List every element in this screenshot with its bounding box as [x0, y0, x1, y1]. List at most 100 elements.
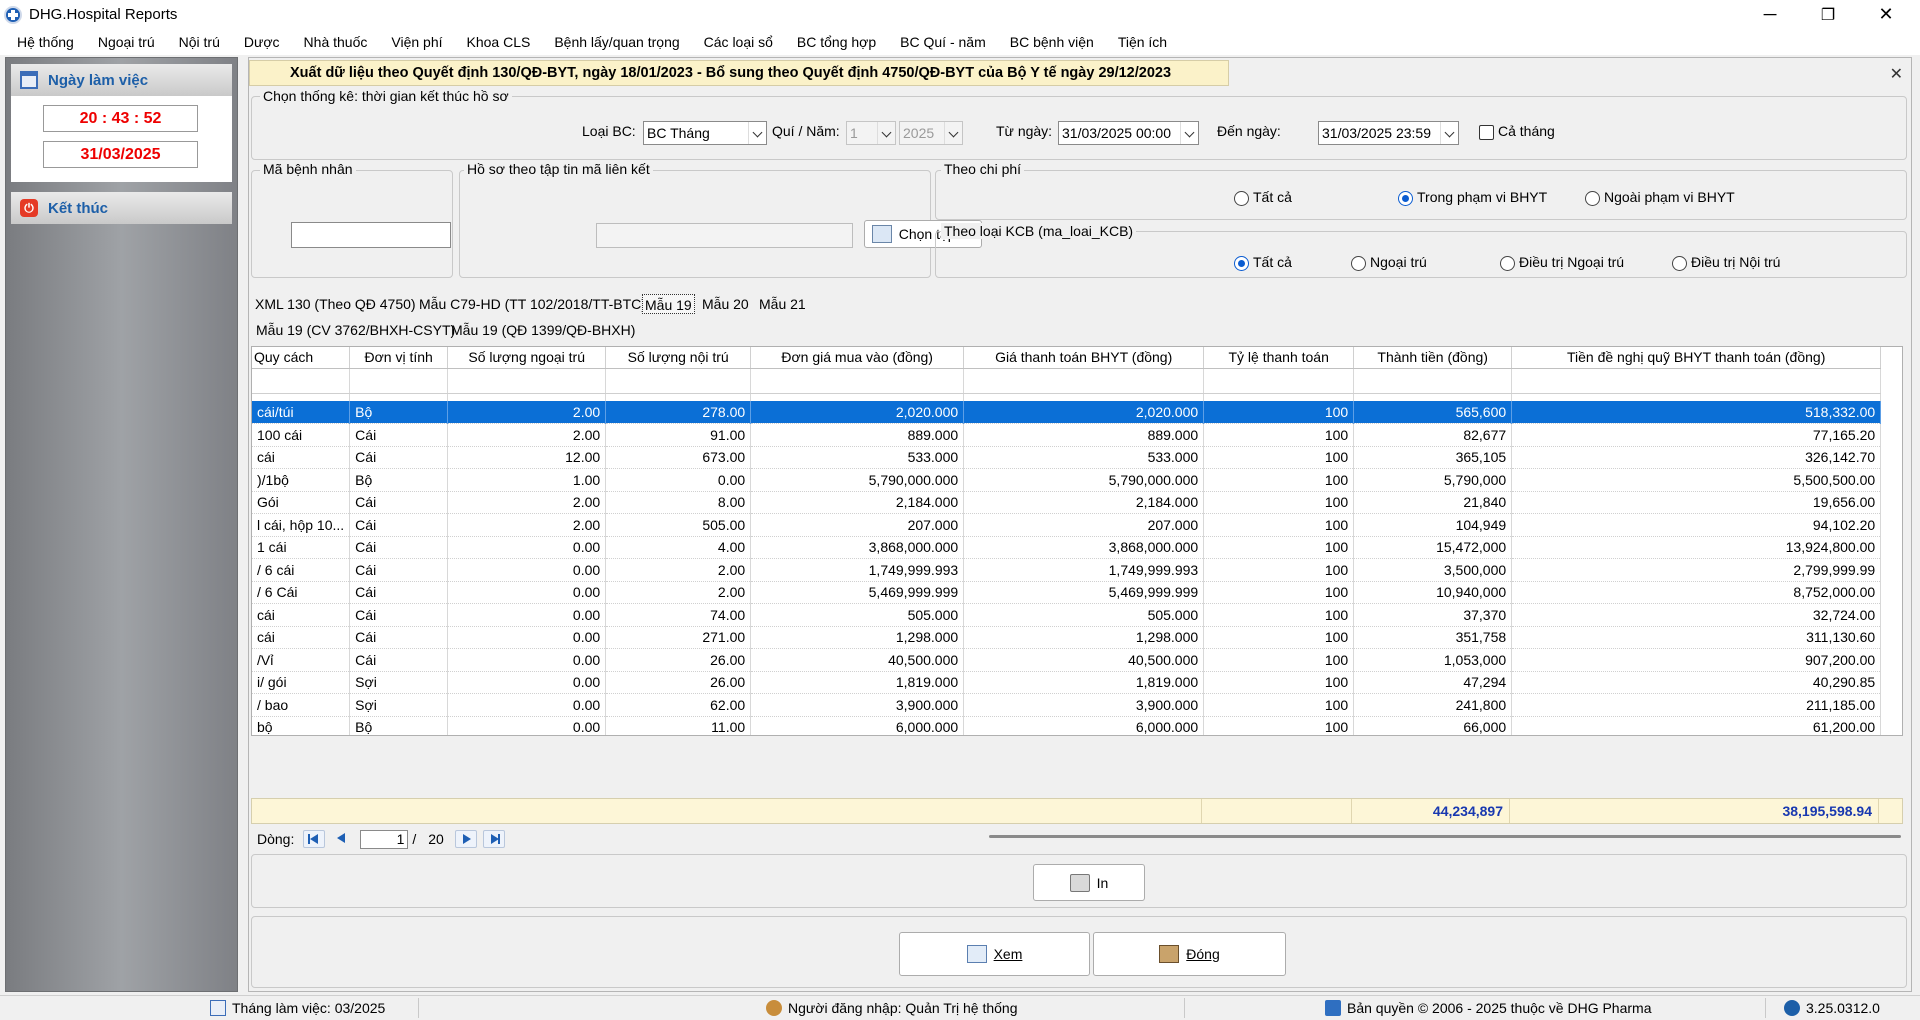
cell-quy-cach[interactable]: /Vỉ [252, 648, 351, 672]
tab-mau-c79[interactable]: Mẫu C79-HD (TT 102/2018/TT-BTC) [417, 294, 648, 314]
menu-bc-tong-hop[interactable]: BC tổng hợp [785, 34, 888, 50]
table-row[interactable]: cái Cái 0.00 74.00 505.000 505.000 100 37,370 32… [252, 603, 1882, 627]
cell-gia-bhyt[interactable]: 889.000 [963, 423, 1205, 447]
cell-sl-noi-tru[interactable]: 505.00 [605, 513, 752, 537]
cell-don-vi[interactable]: Cái [349, 581, 449, 604]
table-row[interactable]: 1 cái Cái 0.00 4.00 3,868,000.000 3,868,000.0… [252, 536, 1882, 559]
linked-file-path-field[interactable] [596, 223, 853, 248]
table-row[interactable]: l cái, hộp 10... Cái 2.00 505.00 207.000 207.… [252, 513, 1882, 537]
cell-thanh-tien[interactable]: 82,677 [1353, 423, 1513, 447]
tab-mau-19[interactable]: Mẫu 19 [642, 294, 695, 314]
cell-sl-noi-tru[interactable]: 271.00 [605, 626, 752, 649]
cell-sl-ngoai-tru[interactable]: 0.00 [447, 626, 607, 649]
tab-xml-130[interactable]: XML 130 (Theo QĐ 4750) [253, 294, 418, 314]
cell-sl-ngoai-tru[interactable]: 0.00 [447, 603, 607, 627]
cell-ty-le[interactable]: 100 [1203, 468, 1355, 492]
filter-cell[interactable] [963, 368, 1205, 394]
menu-noi-tru[interactable]: Nội trú [167, 34, 232, 50]
cost-all-radio[interactable] [1234, 191, 1249, 206]
col-header-don-gia[interactable]: Đơn giá mua vào (đồng) [750, 347, 965, 369]
cell-don-vi[interactable]: Bộ [349, 401, 449, 424]
cell-sl-ngoai-tru[interactable]: 0.00 [447, 716, 607, 735]
first-page-icon[interactable] [303, 830, 326, 848]
table-row[interactable]: cái Cái 0.00 271.00 1,298.000 1,298.000 100 351… [252, 626, 1882, 649]
cell-don-vi[interactable]: Cái [349, 558, 449, 582]
col-header-don-vi[interactable]: Đơn vị tính [349, 347, 449, 369]
cell-sl-ngoai-tru[interactable]: 2.00 [447, 401, 607, 424]
cell-de-nghi-bhyt[interactable]: 5,500,500.00 [1511, 468, 1882, 492]
table-row[interactable]: bộ Bộ 0.00 11.00 6,000.000 6,000.000 100 66,000… [252, 716, 1882, 735]
cell-ty-le[interactable]: 100 [1203, 446, 1355, 469]
cell-de-nghi-bhyt[interactable]: 2,799,999.99 [1511, 558, 1882, 582]
cell-don-vi[interactable]: Cái [349, 491, 449, 514]
cell-sl-noi-tru[interactable]: 2.00 [605, 558, 752, 582]
cell-de-nghi-bhyt[interactable]: 19,656.00 [1511, 491, 1882, 514]
cell-sl-ngoai-tru[interactable]: 2.00 [447, 513, 607, 537]
cell-quy-cach[interactable]: / bao [252, 693, 351, 717]
kcb-day-treatment-radio[interactable] [1500, 256, 1515, 271]
close-panel-icon[interactable]: ✕ [1890, 64, 1903, 84]
cell-gia-bhyt[interactable]: 1,819.000 [963, 671, 1205, 694]
cell-gia-bhyt[interactable]: 6,000.000 [963, 716, 1205, 735]
cell-de-nghi-bhyt[interactable]: 211,185.00 [1511, 693, 1882, 717]
filter-cell[interactable] [252, 368, 351, 394]
cell-quy-cach[interactable]: / 6 Cái [252, 581, 351, 604]
tab-mau-20[interactable]: Mẫu 20 [700, 294, 751, 314]
filter-cell[interactable] [349, 368, 449, 394]
full-month-checkbox[interactable] [1479, 125, 1494, 140]
filter-cell[interactable] [1203, 368, 1355, 394]
table-row[interactable]: / 6 Cái Cái 0.00 2.00 5,469,999.999 5,469,999… [252, 581, 1882, 604]
prev-page-icon[interactable] [331, 830, 353, 848]
cell-sl-noi-tru[interactable]: 74.00 [605, 603, 752, 627]
cell-don-gia[interactable]: 3,868,000.000 [750, 536, 965, 559]
cell-sl-ngoai-tru[interactable]: 1.00 [447, 468, 607, 492]
cell-sl-noi-tru[interactable]: 0.00 [605, 468, 752, 492]
cell-sl-noi-tru[interactable]: 673.00 [605, 446, 752, 469]
cell-don-vi[interactable]: Cái [349, 423, 449, 447]
cell-sl-noi-tru[interactable]: 278.00 [605, 401, 752, 424]
cell-quy-cach[interactable]: / 6 cái [252, 558, 351, 582]
table-row[interactable]: cái Cái 12.00 673.00 533.000 533.000 100 365,10… [252, 446, 1882, 469]
cell-gia-bhyt[interactable]: 2,184.000 [963, 491, 1205, 514]
cell-ty-le[interactable]: 100 [1203, 536, 1355, 559]
cell-de-nghi-bhyt[interactable]: 311,130.60 [1511, 626, 1882, 649]
year-select[interactable]: 2025 [899, 121, 963, 145]
cell-sl-ngoai-tru[interactable]: 0.00 [447, 693, 607, 717]
cell-thanh-tien[interactable]: 365,105 [1353, 446, 1513, 469]
close-form-button[interactable]: Đóng [1093, 932, 1286, 976]
cell-don-gia[interactable]: 3,900.000 [750, 693, 965, 717]
cell-thanh-tien[interactable]: 241,800 [1353, 693, 1513, 717]
cell-sl-noi-tru[interactable]: 62.00 [605, 693, 752, 717]
cell-de-nghi-bhyt[interactable]: 907,200.00 [1511, 648, 1882, 672]
minimize-button[interactable]: ─ [1741, 0, 1799, 29]
table-row[interactable]: /Vỉ Cái 0.00 26.00 40,500.000 40,500.000 100 1,… [252, 648, 1882, 672]
workday-header[interactable]: Ngày làm việc [11, 64, 232, 96]
exit-button[interactable]: ⏻ Kết thúc [11, 192, 232, 224]
cell-de-nghi-bhyt[interactable]: 61,200.00 [1511, 716, 1882, 735]
cell-sl-ngoai-tru[interactable]: 12.00 [447, 446, 607, 469]
filter-cell[interactable] [447, 368, 607, 394]
cell-don-gia[interactable]: 1,298.000 [750, 626, 965, 649]
cell-thanh-tien[interactable]: 5,790,000 [1353, 468, 1513, 492]
filter-row[interactable] [252, 368, 1882, 394]
kcb-outpatient-radio[interactable] [1351, 256, 1366, 271]
patient-code-input[interactable] [291, 222, 451, 248]
cell-thanh-tien[interactable]: 15,472,000 [1353, 536, 1513, 559]
cell-don-vi[interactable]: Sợi [349, 671, 449, 694]
cell-don-vi[interactable]: Cái [349, 513, 449, 537]
cell-sl-ngoai-tru[interactable]: 2.00 [447, 423, 607, 447]
cell-ty-le[interactable]: 100 [1203, 648, 1355, 672]
menu-bc-qui-nam[interactable]: BC Quí - năm [888, 34, 998, 50]
cell-don-gia[interactable]: 533.000 [750, 446, 965, 469]
to-date-picker[interactable]: 31/03/2025 23:59 [1318, 121, 1459, 145]
table-row[interactable]: )/1bộ Bộ 1.00 0.00 5,790,000.000 5,790,000.00… [252, 468, 1882, 492]
cell-gia-bhyt[interactable]: 207.000 [963, 513, 1205, 537]
cell-gia-bhyt[interactable]: 505.000 [963, 603, 1205, 627]
cell-thanh-tien[interactable]: 10,940,000 [1353, 581, 1513, 604]
cell-don-vi[interactable]: Sợi [349, 693, 449, 717]
cell-don-gia[interactable]: 207.000 [750, 513, 965, 537]
cell-sl-noi-tru[interactable]: 11.00 [605, 716, 752, 735]
cell-ty-le[interactable]: 100 [1203, 513, 1355, 537]
filter-cell[interactable] [605, 368, 752, 394]
cell-don-vi[interactable]: Cái [349, 648, 449, 672]
